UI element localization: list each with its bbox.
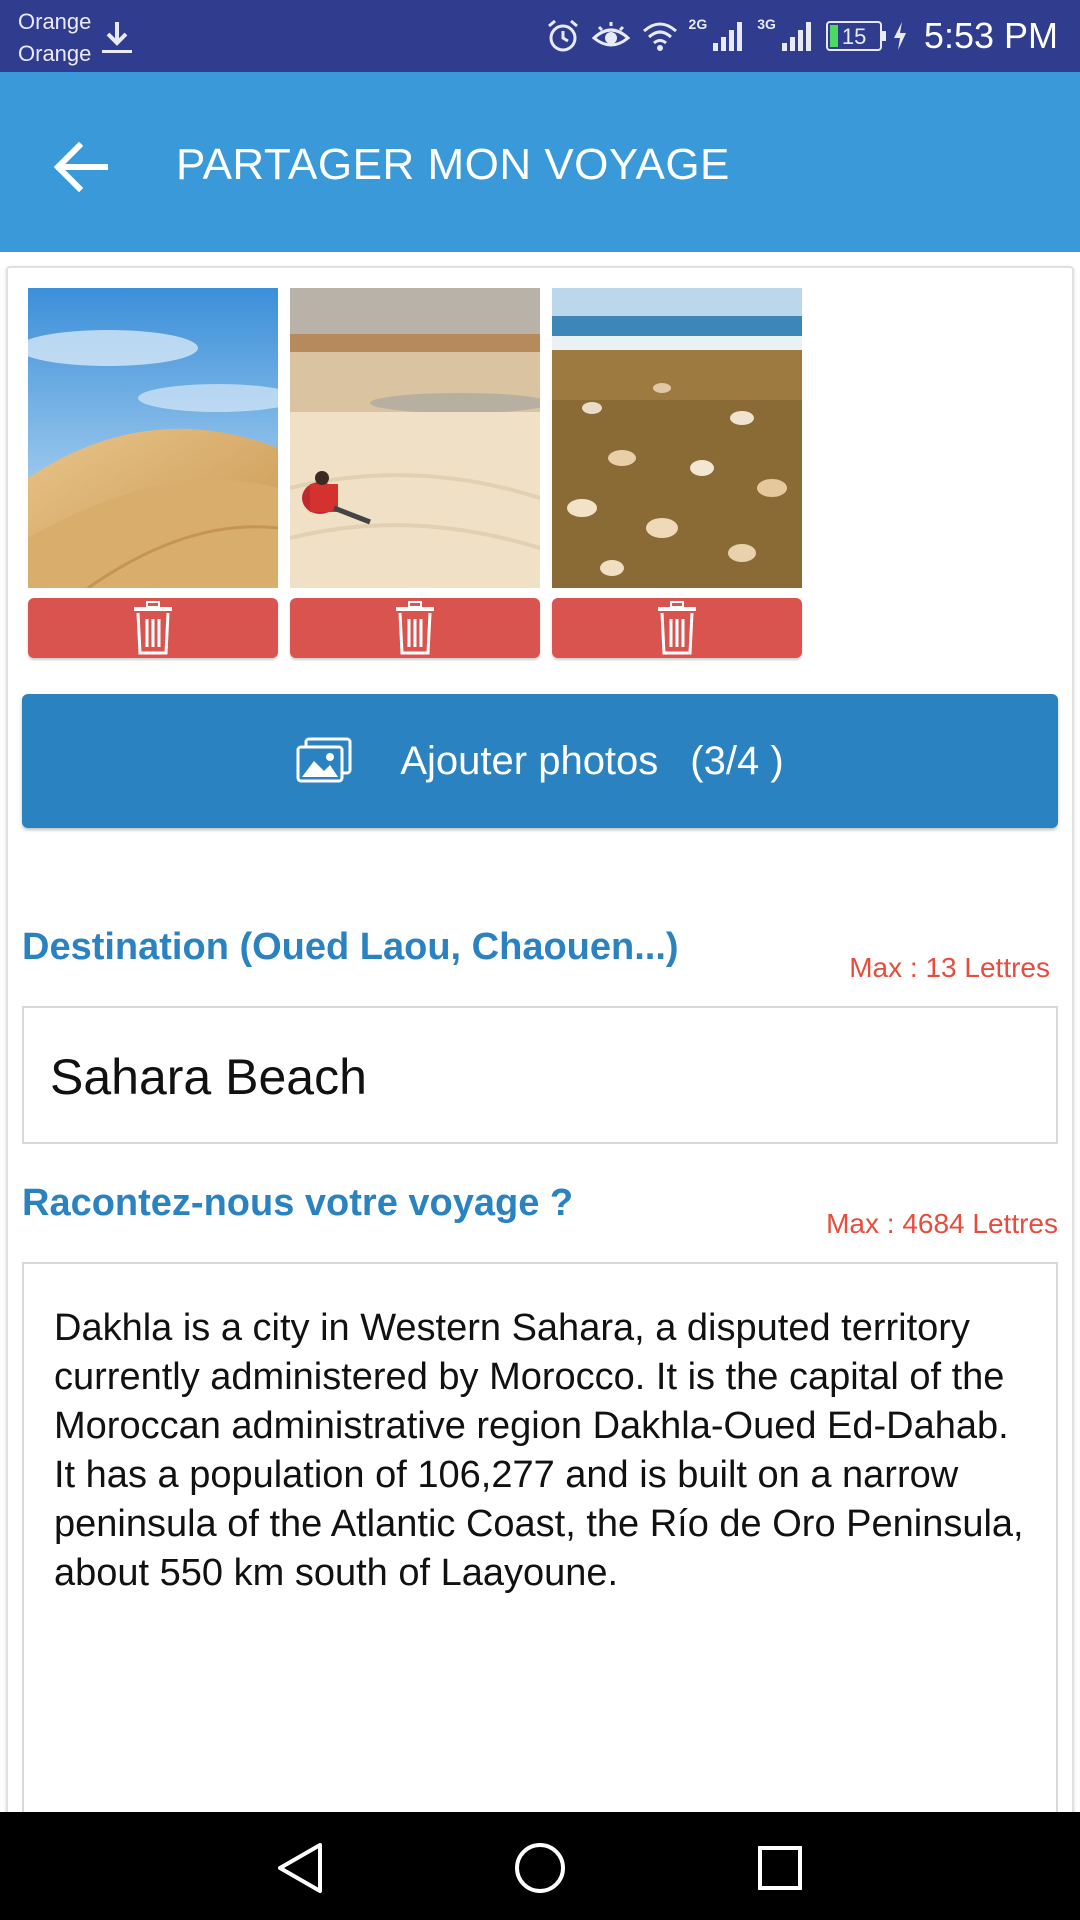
photo-thumbnail-3[interactable] <box>552 288 802 588</box>
app-bar: PARTAGER MON VOYAGE <box>0 72 1080 252</box>
signal-icon <box>713 22 743 51</box>
nav-back-button[interactable] <box>270 1838 330 1898</box>
photo-thumbnail-1[interactable] <box>28 288 278 588</box>
clock: 5:53 PM <box>923 15 1058 56</box>
status-icons: 2G 3G 15 5:53 PM <box>545 0 1058 72</box>
charging-icon <box>893 22 906 50</box>
beach-shells-image <box>552 288 802 588</box>
download-icon <box>102 22 132 53</box>
network-type-2: 3G <box>757 16 776 32</box>
carrier-2: Orange <box>18 41 92 66</box>
trash-icon <box>658 601 696 655</box>
system-nav-bar <box>0 1812 1080 1920</box>
back-button[interactable] <box>46 132 116 202</box>
trash-icon <box>134 601 172 655</box>
signal-icon-2 <box>781 22 811 51</box>
story-max-length: Max : 4684 Lettres <box>826 1208 1058 1239</box>
story-textarea[interactable]: Dakhla is a city in Western Sahara, a di… <box>22 1262 1058 1822</box>
wifi-icon <box>642 22 677 51</box>
back-triangle-icon <box>278 1843 322 1893</box>
desert-dunes-image <box>28 288 278 588</box>
photo-thumbnail-2[interactable] <box>290 288 540 588</box>
carrier-names: Orange Orange <box>18 6 91 70</box>
eye-icon <box>591 22 630 47</box>
alarm-icon <box>547 19 578 52</box>
recents-square-icon <box>758 1846 802 1890</box>
trash-icon <box>396 601 434 655</box>
network-type-1: 2G <box>688 16 708 32</box>
delete-photo-button-2[interactable] <box>290 598 540 658</box>
photo-count: (3/4 ) <box>690 738 784 783</box>
add-photos-button[interactable]: Ajouter photos (3/4 ) <box>22 694 1058 828</box>
add-photos-label: Ajouter photos <box>400 738 659 783</box>
photos-icon <box>296 737 352 783</box>
carrier-1: Orange <box>18 9 92 34</box>
status-bar: Orange Orange 2G 3G 15 5:53 PM <box>0 0 1080 72</box>
destination-input[interactable]: Sahara Beach <box>22 1006 1058 1144</box>
destination-max-length: Max : 13 Lettres <box>849 952 1050 983</box>
delete-photo-button-1[interactable] <box>28 598 278 658</box>
delete-photo-button-3[interactable] <box>552 598 802 658</box>
nav-recents-button[interactable] <box>750 1838 810 1898</box>
arrow-left-icon <box>53 142 108 192</box>
battery-level: 15 <box>841 24 867 49</box>
sand-person-image <box>290 288 540 588</box>
nav-home-button[interactable] <box>510 1838 570 1898</box>
home-circle-icon <box>515 1843 565 1893</box>
battery-icon: 15 <box>825 21 886 51</box>
destination-label: Destination (Oued Laou, Chaouen...) <box>22 926 679 968</box>
page-title: PARTAGER MON VOYAGE <box>176 140 730 189</box>
story-label: Racontez-nous votre voyage ? <box>22 1182 574 1224</box>
